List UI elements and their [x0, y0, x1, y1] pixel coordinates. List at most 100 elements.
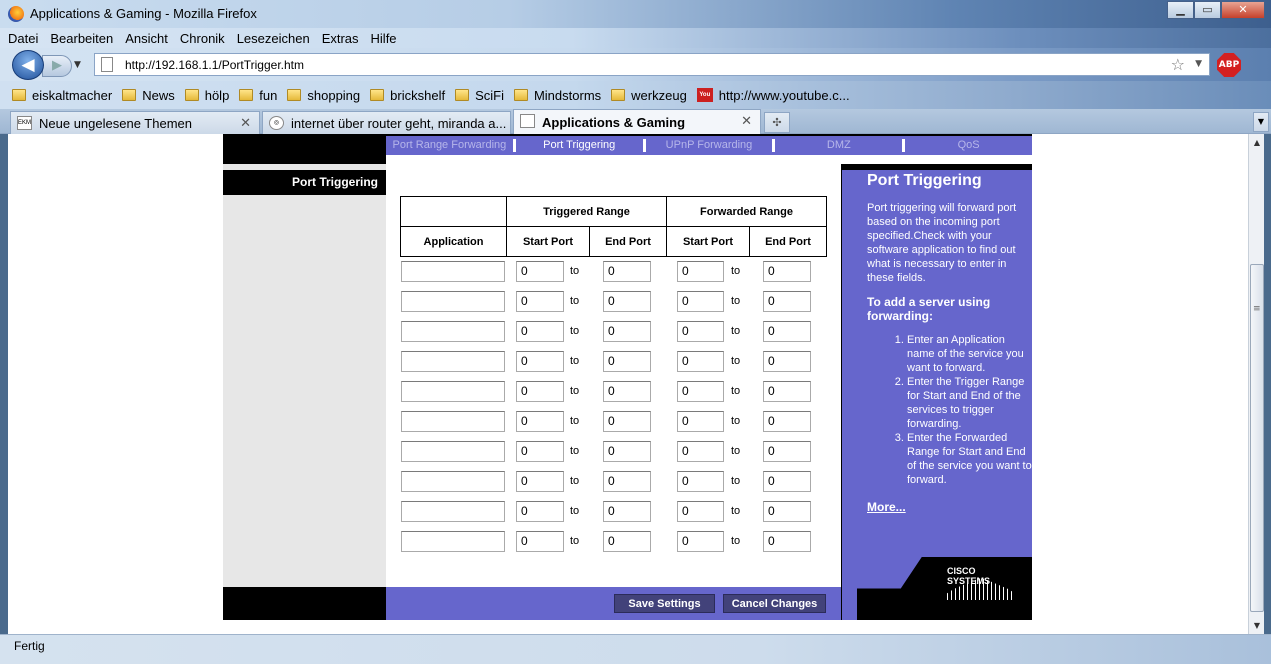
table-row: 0 to 0 0 to 0	[400, 261, 830, 283]
url-dropdown-icon[interactable]: ▼	[1195, 59, 1202, 69]
trigger-start-input[interactable]: 0	[516, 321, 564, 342]
url-bar[interactable]: http://192.168.1.1/PortTrigger.htm ☆ ▼	[94, 53, 1210, 76]
trigger-end-input[interactable]: 0	[603, 261, 651, 282]
forward-start-input[interactable]: 0	[677, 321, 724, 342]
tab-close-icon[interactable]: ✕	[741, 113, 752, 129]
forward-button[interactable]: ▶	[42, 55, 72, 77]
new-tab-button[interactable]: ✣	[764, 112, 790, 133]
url-text[interactable]: http://192.168.1.1/PortTrigger.htm	[125, 58, 304, 72]
forward-start-input[interactable]: 0	[677, 261, 724, 282]
bookmark-item[interactable]: brickshelf	[370, 88, 445, 103]
forward-start-input[interactable]: 0	[677, 291, 724, 312]
save-settings-button[interactable]: Save Settings	[614, 594, 715, 613]
menu-extras[interactable]: Extras	[322, 31, 359, 46]
bookmark-item[interactable]: SciFi	[455, 88, 504, 103]
application-input[interactable]	[401, 411, 505, 432]
forward-end-input[interactable]: 0	[763, 441, 811, 462]
trigger-end-input[interactable]: 0	[603, 381, 651, 402]
bookmark-item[interactable]: werkzeug	[611, 88, 687, 103]
history-dropdown-icon[interactable]: ▼	[74, 60, 81, 70]
cancel-changes-button[interactable]: Cancel Changes	[723, 594, 826, 613]
scroll-up-icon[interactable]: ▲	[1249, 134, 1265, 151]
application-input[interactable]	[401, 291, 505, 312]
more-link[interactable]: More...	[867, 500, 906, 514]
forward-end-input[interactable]: 0	[763, 471, 811, 492]
scroll-thumb[interactable]	[1250, 264, 1264, 612]
trigger-end-input[interactable]: 0	[603, 321, 651, 342]
subnav-upnp-forwarding[interactable]: UPnP Forwarding	[646, 139, 776, 152]
forward-end-input[interactable]: 0	[763, 291, 811, 312]
subnav-dmz[interactable]: DMZ	[775, 139, 906, 152]
trigger-end-input[interactable]: 0	[603, 441, 651, 462]
bookmark-star-icon[interactable]: ☆	[1171, 55, 1185, 74]
menu-lesezeichen[interactable]: Lesezeichen	[237, 31, 310, 46]
trigger-start-input[interactable]: 0	[516, 351, 564, 372]
trigger-start-input[interactable]: 0	[516, 501, 564, 522]
trigger-start-input[interactable]: 0	[516, 411, 564, 432]
menu-datei[interactable]: Datei	[8, 31, 38, 46]
bookmark-item[interactable]: shopping	[287, 88, 360, 103]
help-intro: Port triggering will forward port based …	[867, 202, 1017, 284]
minimize-button[interactable]: ▁	[1167, 1, 1194, 19]
menu-chronik[interactable]: Chronik	[180, 31, 225, 46]
forward-start-input[interactable]: 0	[677, 381, 724, 402]
trigger-end-input[interactable]: 0	[603, 501, 651, 522]
trigger-start-input[interactable]: 0	[516, 261, 564, 282]
bookmark-item[interactable]: hölp	[184, 88, 229, 103]
trigger-start-input[interactable]: 0	[516, 531, 564, 552]
forward-end-input[interactable]: 0	[763, 381, 811, 402]
trigger-end-input[interactable]: 0	[603, 471, 651, 492]
subnav-port-range-forwarding[interactable]: Port Range Forwarding	[386, 139, 516, 152]
forward-end-input[interactable]: 0	[763, 531, 811, 552]
trigger-end-input[interactable]: 0	[603, 291, 651, 312]
menu-hilfe[interactable]: Hilfe	[371, 31, 397, 46]
bookmark-item[interactable]: eiskaltmacher	[12, 88, 112, 103]
back-button[interactable]: ◀	[12, 50, 44, 80]
bookmark-item[interactable]: Mindstorms	[513, 88, 601, 103]
subnav-qos[interactable]: QoS	[905, 139, 1032, 152]
forward-end-input[interactable]: 0	[763, 501, 811, 522]
application-input[interactable]	[401, 501, 505, 522]
menu-bearbeiten[interactable]: Bearbeiten	[50, 31, 113, 46]
bookmark-item[interactable]: fun	[239, 88, 277, 103]
forward-start-input[interactable]: 0	[677, 441, 724, 462]
trigger-start-input[interactable]: 0	[516, 381, 564, 402]
tab-close-icon[interactable]: ✕	[240, 115, 251, 131]
application-input[interactable]	[401, 351, 505, 372]
close-button[interactable]: ✕	[1221, 1, 1265, 19]
bookmark-item[interactable]: You http://www.youtube.c...	[696, 88, 850, 103]
maximize-button[interactable]: ▭	[1194, 1, 1221, 19]
application-input[interactable]	[401, 441, 505, 462]
forward-end-input[interactable]: 0	[763, 261, 811, 282]
tab-list-icon[interactable]: ▼	[1253, 112, 1269, 132]
application-input[interactable]	[401, 531, 505, 552]
application-input[interactable]	[401, 321, 505, 342]
trigger-start-input[interactable]: 0	[516, 441, 564, 462]
menu-ansicht[interactable]: Ansicht	[125, 31, 168, 46]
subnav-port-triggering[interactable]: Port Triggering	[516, 139, 646, 152]
trigger-end-input[interactable]: 0	[603, 351, 651, 372]
trigger-start-input[interactable]: 0	[516, 471, 564, 492]
application-input[interactable]	[401, 471, 505, 492]
trigger-end-input[interactable]: 0	[603, 411, 651, 432]
tab-applications-gaming[interactable]: Applications & Gaming ✕	[513, 109, 761, 134]
forward-start-input[interactable]: 0	[677, 411, 724, 432]
forward-end-input[interactable]: 0	[763, 351, 811, 372]
scroll-down-icon[interactable]: ▼	[1249, 617, 1265, 634]
forward-start-input[interactable]: 0	[677, 531, 724, 552]
tab-neue-themen[interactable]: EKM Neue ungelesene Themen ✕	[10, 111, 260, 134]
application-input[interactable]	[401, 381, 505, 402]
bookmark-label: werkzeug	[631, 87, 687, 103]
tab-internet-router[interactable]: ◎ internet über router geht, miranda a..…	[262, 111, 511, 134]
to-label: to	[570, 445, 580, 457]
bookmark-item[interactable]: News	[122, 88, 175, 103]
trigger-start-input[interactable]: 0	[516, 291, 564, 312]
forward-end-input[interactable]: 0	[763, 411, 811, 432]
forward-start-input[interactable]: 0	[677, 501, 724, 522]
application-input[interactable]	[401, 261, 505, 282]
forward-start-input[interactable]: 0	[677, 471, 724, 492]
vertical-scrollbar[interactable]: ▲ ≡ ▼	[1248, 134, 1264, 634]
trigger-end-input[interactable]: 0	[603, 531, 651, 552]
forward-end-input[interactable]: 0	[763, 321, 811, 342]
forward-start-input[interactable]: 0	[677, 351, 724, 372]
